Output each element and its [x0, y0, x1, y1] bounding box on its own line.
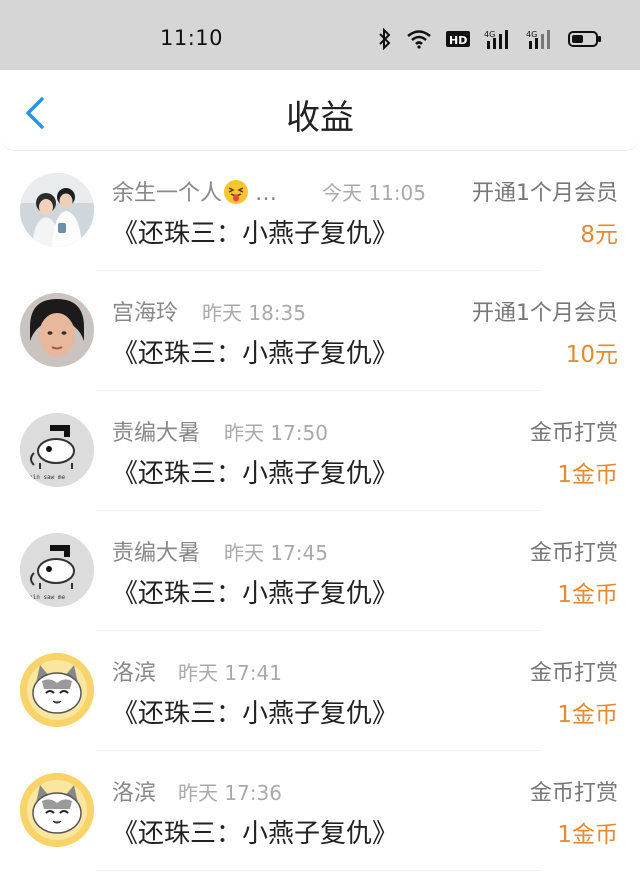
earning-type: 开通1个月会员	[472, 181, 618, 206]
list-item[interactable]: 洛滨 昨天 17:41 金币打赏 《还珠三：小燕子复仇》 1金币	[0, 631, 640, 751]
svg-text:4G: 4G	[484, 30, 495, 39]
timestamp: 昨天 17:50	[224, 421, 328, 445]
earning-amount: 1金币	[557, 462, 618, 488]
earning-type: 金币打赏	[529, 661, 618, 686]
earning-amount: 8元	[580, 222, 618, 248]
signal-4g-icon: 4G	[484, 30, 508, 49]
earning-type: 金币打赏	[529, 421, 618, 446]
svg-text:ain saw me: ain saw me	[29, 474, 66, 481]
status-bar: 11:10 HD 4G 4G	[0, 0, 640, 70]
earning-type: 金币打赏	[529, 781, 618, 806]
user-name: 责编大暑	[112, 421, 201, 446]
book-title: 《还珠三：小燕子复仇》	[112, 819, 399, 849]
book-title: 《还珠三：小燕子复仇》	[112, 579, 399, 609]
timestamp: 昨天 18:35	[202, 301, 306, 325]
svg-text:4G: 4G	[526, 30, 537, 39]
status-time: 11:10	[160, 26, 224, 50]
svg-text:HD: HD	[449, 34, 467, 47]
divider	[96, 870, 542, 871]
book-title: 《还珠三：小燕子复仇》	[112, 339, 399, 369]
list-item[interactable]: 洛滨 昨天 17:36 金币打赏 《还珠三：小燕子复仇》 1金币	[0, 751, 640, 871]
bluetooth-icon	[379, 28, 391, 50]
hd-icon: HD	[446, 31, 470, 47]
user-name: 余生一个人 …	[112, 175, 277, 207]
list-item[interactable]: 余生一个人 … 今天 11:05 开通1个月会员 《还珠三：小燕子复仇》 8元	[0, 151, 640, 271]
battery-icon	[568, 31, 601, 47]
avatar	[20, 173, 94, 247]
user-name: 责编大暑	[112, 541, 201, 566]
book-title: 《还珠三：小燕子复仇》	[112, 219, 399, 249]
earning-amount: 10元	[565, 342, 618, 368]
tongue-out-emoji-icon	[224, 180, 249, 204]
svg-text:ain saw me: ain saw me	[29, 594, 66, 601]
avatar: ain saw me	[20, 413, 94, 487]
avatar	[20, 293, 94, 367]
page-title: 收益	[286, 98, 354, 138]
list-item[interactable]: ain saw me 责编大暑 昨天 17:45 金币打赏 《还珠三：小燕子复仇…	[0, 511, 640, 631]
earning-amount: 1金币	[557, 582, 618, 608]
user-name: 洛滨	[112, 781, 157, 806]
user-name-ellipsis: …	[255, 181, 278, 206]
avatar	[20, 653, 94, 727]
earning-type: 金币打赏	[529, 541, 618, 566]
user-name-text: 余生一个人	[112, 181, 223, 206]
list-item[interactable]: ain saw me 责编大暑 昨天 17:50 金币打赏 《还珠三：小燕子复仇…	[0, 391, 640, 511]
wifi-icon	[407, 30, 431, 49]
user-name: 宫海玲	[112, 301, 179, 326]
signal-4g-icon-2: 4G	[526, 30, 550, 49]
avatar	[20, 773, 94, 847]
book-title: 《还珠三：小燕子复仇》	[112, 699, 399, 729]
status-icons: HD 4G 4G	[378, 26, 602, 52]
book-title: 《还珠三：小燕子复仇》	[112, 459, 399, 489]
timestamp: 今天 11:05	[322, 181, 426, 205]
earning-amount: 1金币	[557, 822, 618, 848]
timestamp: 昨天 17:41	[178, 661, 282, 685]
timestamp: 昨天 17:36	[178, 781, 282, 805]
earnings-list: 余生一个人 … 今天 11:05 开通1个月会员 《还珠三：小燕子复仇》 8元	[0, 151, 640, 871]
nav-bar: 收益	[0, 70, 640, 151]
list-item[interactable]: 宫海玲 昨天 18:35 开通1个月会员 《还珠三：小燕子复仇》 10元	[0, 271, 640, 391]
timestamp: 昨天 17:45	[224, 541, 328, 565]
earning-type: 开通1个月会员	[472, 301, 618, 326]
earning-amount: 1金币	[557, 702, 618, 728]
avatar: ain saw me	[20, 533, 94, 607]
user-name: 洛滨	[112, 661, 157, 686]
